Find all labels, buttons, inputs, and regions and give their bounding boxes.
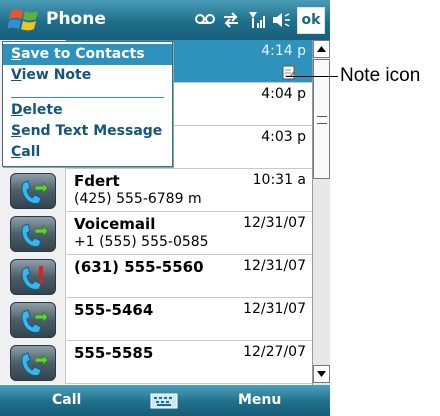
caller-name: Voicemail: [74, 215, 156, 233]
call-time: 12/27/07: [243, 344, 306, 360]
connectivity-icon[interactable]: [222, 11, 240, 29]
caller-name: 555-5464: [74, 301, 154, 319]
outgoing-call-icon[interactable]: [10, 216, 56, 252]
scroll-thumb[interactable]: [313, 59, 330, 179]
call-list-item[interactable]: (631) 555-5560 12/31/07: [0, 255, 312, 298]
caller-name: Fdert: [74, 172, 120, 190]
soft-key-bar: Call Menu: [0, 385, 330, 416]
call-time: 4:03 p: [261, 129, 306, 145]
context-menu: Save to Contacts View Note Delete Send T…: [2, 41, 173, 167]
grip-icon: [317, 116, 327, 124]
note-icon[interactable]: [282, 64, 298, 80]
call-list-item[interactable]: 555-5464 12/31/07: [0, 298, 312, 341]
arrow-up-icon: [317, 46, 326, 52]
missed-call-icon[interactable]: [10, 259, 56, 295]
menu-item-view-note[interactable]: View Note: [3, 65, 172, 86]
phone-screen: Phone ok 4:14 p 4:04 p 4:03 p Fdert (425) 55…: [0, 0, 330, 416]
outgoing-call-icon[interactable]: [10, 173, 56, 209]
caller-number: +1 (555) 555-0585: [74, 234, 209, 250]
caller-name: (631) 555-5560: [74, 258, 204, 276]
call-time: 4:04 p: [261, 86, 306, 102]
signal-icon[interactable]: [248, 10, 268, 30]
call-icon-cell: [0, 212, 66, 255]
call-list-item[interactable]: Voicemail +1 (555) 555-0585 12/31/07: [0, 212, 312, 255]
title-bar: Phone ok: [0, 0, 330, 40]
menu-item-delete[interactable]: Delete: [3, 100, 172, 121]
caller-number: (425) 555-6789 m: [74, 191, 202, 207]
call-list-item[interactable]: 555-5585 12/27/07: [0, 341, 312, 384]
outgoing-call-icon[interactable]: [10, 302, 56, 338]
call-time: 12/31/07: [243, 301, 306, 317]
volume-icon[interactable]: [272, 11, 292, 29]
scrollbar[interactable]: [312, 40, 330, 385]
menu-item-save-to-contacts[interactable]: Save to Contacts: [3, 44, 172, 65]
callout-line: [286, 76, 338, 77]
outgoing-call-icon[interactable]: [10, 345, 56, 381]
start-menu-icon[interactable]: [8, 5, 40, 35]
ok-button[interactable]: ok: [297, 7, 325, 34]
keyboard-icon[interactable]: [150, 393, 178, 409]
call-time: 12/31/07: [243, 215, 306, 231]
scroll-up-arrow[interactable]: [313, 40, 330, 58]
call-time: 10:31 a: [252, 172, 306, 188]
voicemail-icon[interactable]: [195, 13, 215, 25]
app-title: Phone: [46, 9, 106, 29]
scroll-down-arrow[interactable]: [313, 365, 330, 383]
caller-name: 555-5585: [74, 344, 154, 362]
call-softkey[interactable]: Call: [52, 392, 81, 408]
call-icon-cell: [0, 169, 66, 212]
call-list-item[interactable]: Fdert (425) 555-6789 m 10:31 a: [0, 169, 312, 212]
call-icon-cell: [0, 341, 66, 384]
call-icon-cell: [0, 255, 66, 298]
call-icon-cell: [0, 298, 66, 341]
menu-item-call[interactable]: Call: [3, 142, 172, 163]
call-time: 4:14 p: [261, 43, 306, 59]
menu-softkey[interactable]: Menu: [238, 392, 281, 408]
menu-item-send-text-message[interactable]: Send Text Message: [3, 121, 172, 142]
call-time: 12/31/07: [243, 258, 306, 274]
arrow-down-icon: [317, 371, 326, 377]
callout-label: Note icon: [340, 65, 421, 86]
menu-separator: [11, 97, 164, 98]
